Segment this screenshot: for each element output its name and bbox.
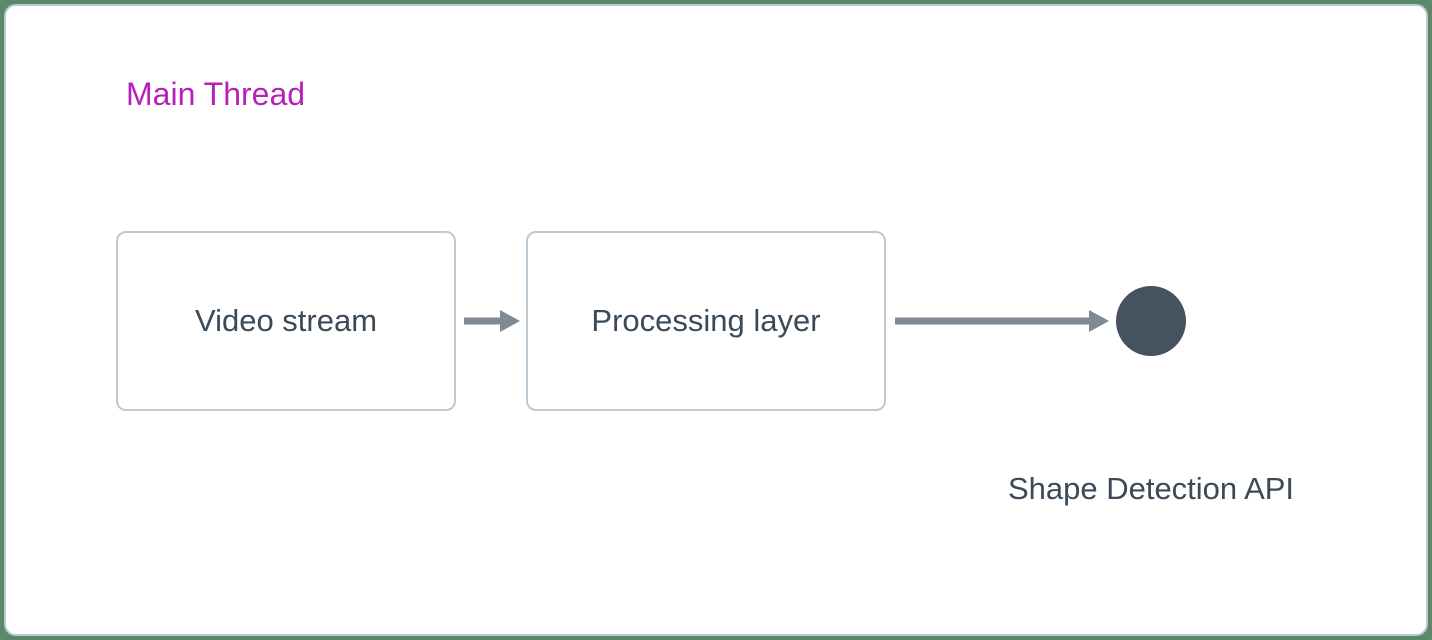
shape-detection-node: Shape Detection API bbox=[1116, 286, 1186, 356]
video-stream-box: Video stream bbox=[116, 231, 456, 411]
diagram-container: Main Thread Video stream Processing laye… bbox=[4, 4, 1428, 636]
arrow-icon bbox=[456, 306, 526, 336]
diagram-title: Main Thread bbox=[126, 76, 305, 113]
arrow-icon bbox=[886, 306, 1116, 336]
video-stream-label: Video stream bbox=[195, 303, 377, 339]
shape-detection-label: Shape Detection API bbox=[1008, 471, 1294, 507]
processing-layer-label: Processing layer bbox=[591, 303, 820, 339]
diagram-row: Video stream Processing layer Shape Dete… bbox=[116, 231, 1186, 411]
processing-layer-box: Processing layer bbox=[526, 231, 886, 411]
circle-icon bbox=[1116, 286, 1186, 356]
